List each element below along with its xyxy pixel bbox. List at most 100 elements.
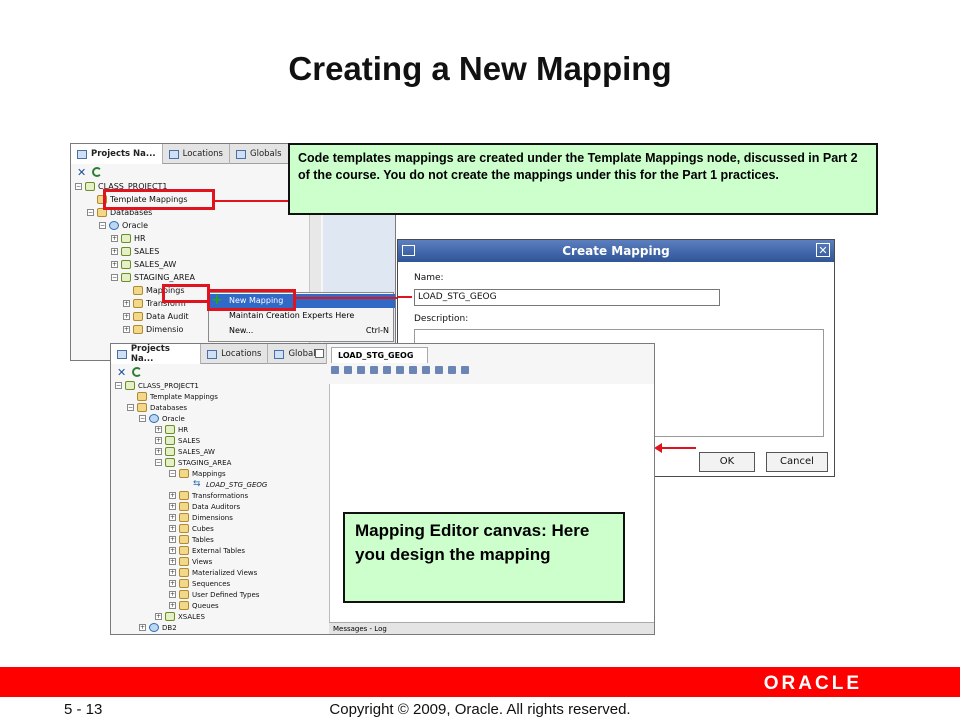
tree-node[interactable]: − CLASS_PROJECT1: [115, 381, 199, 390]
expand-icon[interactable]: +: [155, 613, 162, 620]
collapse-icon[interactable]: −: [99, 222, 106, 229]
tree-node[interactable]: + Dimensio: [123, 325, 183, 334]
align-left-icon[interactable]: [383, 366, 391, 374]
collapse-icon[interactable]: −: [155, 459, 162, 466]
expand-icon[interactable]: +: [169, 547, 176, 554]
module-icon: [165, 447, 175, 456]
new-mapping-highlight: [207, 289, 296, 311]
pan-tool-icon[interactable]: [357, 366, 365, 374]
collapse-icon[interactable]: −: [111, 274, 118, 281]
expand-icon[interactable]: +: [155, 426, 162, 433]
ok-button[interactable]: OK: [699, 452, 755, 472]
collapse-icon[interactable]: −: [75, 183, 82, 190]
tree-node[interactable]: + SALES_AW: [155, 447, 215, 456]
tree-node[interactable]: + SALES: [155, 436, 200, 445]
layout-icon[interactable]: [422, 366, 430, 374]
tree-node[interactable]: + Materialized Views: [169, 568, 257, 577]
tree-node[interactable]: − Databases: [127, 403, 187, 412]
expand-icon[interactable]: +: [169, 558, 176, 565]
collapse-icon[interactable]: −: [115, 382, 122, 389]
tree-node[interactable]: + Tables: [169, 535, 214, 544]
tree-node-load-stg-geog[interactable]: ⇆ LOAD_STG_GEOG: [193, 480, 267, 489]
cancel-button[interactable]: Cancel: [766, 452, 828, 472]
more-icon[interactable]: [461, 366, 469, 374]
expand-icon[interactable]: +: [169, 514, 176, 521]
tree-node[interactable]: + XSALES: [155, 612, 205, 621]
delete-icon[interactable]: ✕: [117, 366, 126, 379]
expand-icon[interactable]: +: [123, 300, 130, 307]
tree-node[interactable]: − Oracle: [99, 221, 148, 230]
fit-icon[interactable]: [448, 366, 456, 374]
expand-icon[interactable]: +: [111, 261, 118, 268]
expand-icon[interactable]: +: [169, 503, 176, 510]
collapse-icon[interactable]: −: [127, 404, 134, 411]
tree-node[interactable]: − Oracle: [139, 414, 185, 423]
tree-node[interactable]: + Transformations: [169, 491, 248, 500]
expand-icon[interactable]: +: [123, 313, 130, 320]
collapse-icon[interactable]: −: [87, 209, 94, 216]
close-icon[interactable]: ✕: [816, 243, 830, 257]
menu-item-maintain-creation-experts[interactable]: Maintain Creation Experts Here: [229, 311, 389, 320]
select-tool-icon[interactable]: [331, 366, 339, 374]
expand-icon[interactable]: +: [169, 525, 176, 532]
tab-globals[interactable]: Globals: [230, 144, 289, 164]
tree-node[interactable]: + DB2: [139, 623, 177, 632]
expand-icon[interactable]: +: [169, 580, 176, 587]
folder-icon: [179, 546, 189, 555]
tree-node[interactable]: + Data Auditors: [169, 502, 240, 511]
tree-node[interactable]: + HR: [111, 234, 146, 243]
dialog-titlebar[interactable]: Create Mapping ✕: [398, 240, 834, 262]
delete-icon[interactable]: ✕: [77, 166, 86, 179]
tree-node[interactable]: + Queues: [169, 601, 219, 610]
expand-icon[interactable]: +: [169, 591, 176, 598]
tab-locations[interactable]: Locations: [163, 144, 230, 164]
align-center-icon[interactable]: [396, 366, 404, 374]
minimize-icon[interactable]: [315, 349, 324, 358]
tree-node[interactable]: + Dimensions: [169, 513, 233, 522]
expand-icon[interactable]: +: [111, 248, 118, 255]
tree-node-label: Sequences: [192, 579, 231, 588]
tree-node[interactable]: + Data Audit: [123, 312, 189, 321]
tab-projects-navigator[interactable]: Projects Na...: [71, 144, 163, 164]
tree-node[interactable]: + Sequences: [169, 579, 230, 588]
module-icon: [121, 273, 131, 282]
expand-icon[interactable]: +: [139, 624, 146, 631]
tree-node[interactable]: + SALES_AW: [111, 260, 176, 269]
tree-node[interactable]: Template Mappings: [137, 392, 218, 401]
refresh-icon[interactable]: [92, 167, 103, 177]
tree-node[interactable]: + User Defined Types: [169, 590, 259, 599]
zoom-tool-icon[interactable]: [344, 366, 352, 374]
expand-icon[interactable]: +: [169, 492, 176, 499]
expand-icon[interactable]: +: [123, 326, 130, 333]
expand-icon[interactable]: +: [169, 602, 176, 609]
expand-icon[interactable]: +: [169, 536, 176, 543]
project-icon: [125, 381, 135, 390]
expand-icon[interactable]: +: [155, 437, 162, 444]
tab-load-stg-geog[interactable]: LOAD_STG_GEOG: [331, 347, 429, 363]
name-field[interactable]: LOAD_STG_GEOG: [414, 289, 720, 306]
mapping-editor-callout: Mapping Editor canvas: Here you design t…: [343, 512, 625, 603]
menu-item-new[interactable]: New... Ctrl-N: [229, 326, 389, 335]
tree-node[interactable]: + Cubes: [169, 524, 214, 533]
tree-node[interactable]: − STAGING_AREA: [155, 458, 231, 467]
messages-log-tab[interactable]: Messages - Log: [329, 622, 654, 634]
align-right-icon[interactable]: [409, 366, 417, 374]
expand-icon[interactable]: +: [111, 235, 118, 242]
refresh-icon[interactable]: [132, 367, 143, 377]
expand-icon[interactable]: +: [155, 448, 162, 455]
tree-node[interactable]: − STAGING_AREA: [111, 273, 195, 282]
link-tool-icon[interactable]: [370, 366, 378, 374]
collapse-icon[interactable]: −: [139, 415, 146, 422]
tree-node[interactable]: + SALES: [111, 247, 159, 256]
folder-icon: [133, 312, 143, 321]
expand-icon[interactable]: +: [169, 569, 176, 576]
tree-node[interactable]: + Views: [169, 557, 212, 566]
collapse-icon[interactable]: −: [169, 470, 176, 477]
tree-node[interactable]: − Mappings: [169, 469, 226, 478]
tab-locations[interactable]: Locations: [201, 344, 269, 364]
tree-node-label: Materialized Views: [192, 568, 258, 577]
grid-icon[interactable]: [435, 366, 443, 374]
tree-node[interactable]: + HR: [155, 425, 188, 434]
tab-projects-navigator[interactable]: Projects Na...: [111, 344, 202, 364]
tree-node[interactable]: + External Tables: [169, 546, 245, 555]
